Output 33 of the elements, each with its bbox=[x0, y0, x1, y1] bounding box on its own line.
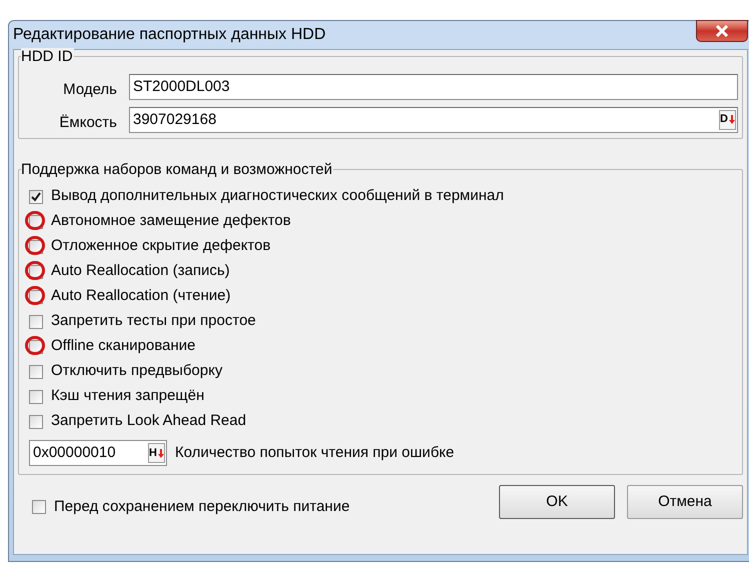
close-icon bbox=[715, 25, 729, 37]
checkbox[interactable] bbox=[29, 414, 43, 428]
option-label: Перед сохранением переключить питание bbox=[54, 496, 350, 517]
cancel-button[interactable]: Отмена bbox=[627, 485, 743, 519]
field-label: Ёмкость bbox=[58, 112, 118, 132]
input-field[interactable]: 0x00000010 H bbox=[29, 440, 167, 466]
arrow-down-icon bbox=[729, 115, 735, 124]
checkbox[interactable] bbox=[29, 190, 43, 204]
close-button[interactable] bbox=[696, 20, 748, 42]
option-label: Запретить тесты при простое bbox=[51, 311, 256, 332]
option-label: Кэш чтения запрещён bbox=[51, 386, 204, 406]
ok-button[interactable]: OK bbox=[499, 485, 615, 519]
window-title: Редактирование паспортных данных HDD bbox=[13, 25, 326, 45]
group-title: Поддержка наборов команд и возможностей bbox=[21, 161, 334, 179]
arrow-down-icon bbox=[158, 448, 164, 458]
field-label: Модель bbox=[62, 80, 118, 100]
option-label: Offline сканирование bbox=[51, 336, 196, 356]
field-label: Количество попыток чтения при ошибке bbox=[175, 442, 454, 463]
arrow-button[interactable]: D bbox=[719, 110, 736, 130]
checkbox[interactable] bbox=[29, 364, 43, 378]
arrow-button[interactable]: H bbox=[148, 443, 165, 463]
option-label: Автономное замещение дефектов bbox=[51, 211, 291, 232]
input-field[interactable]: 3907029168 D bbox=[129, 106, 738, 133]
option-label: Запретить Look Ahead Read bbox=[51, 411, 246, 432]
checkbox[interactable] bbox=[29, 314, 43, 328]
option-label: Auto Reallocation (чтение) bbox=[51, 286, 231, 306]
option-label: Отключить предвыборку bbox=[51, 361, 222, 382]
input-field[interactable]: ST2000DL003 bbox=[129, 74, 738, 100]
checkbox[interactable] bbox=[29, 390, 43, 404]
option-label: Отложенное скрытие дефектов bbox=[51, 236, 271, 256]
option-label: Auto Reallocation (запись) bbox=[51, 261, 230, 282]
option-label: Вывод дополнительных диагностических сообщений в терминал bbox=[51, 186, 504, 206]
checkbox[interactable] bbox=[32, 500, 46, 514]
